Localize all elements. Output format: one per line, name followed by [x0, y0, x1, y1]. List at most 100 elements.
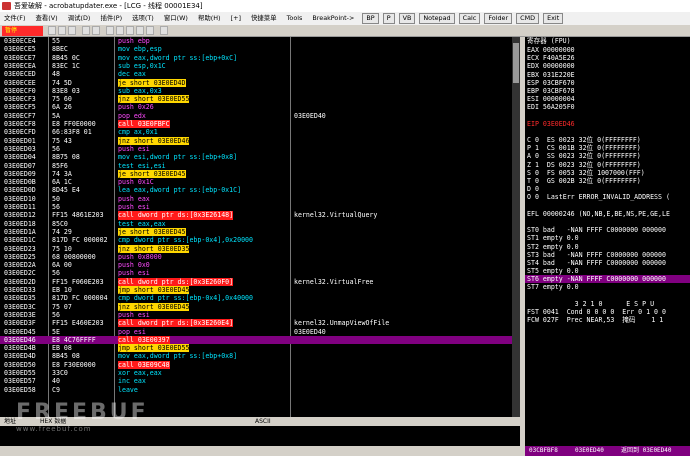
register-line[interactable]: S 0 FS 0053 32位 1007000(FFF) [525, 169, 690, 177]
register-line[interactable]: EIP 03E0ED46 [525, 120, 690, 128]
disasm-row[interactable]: 03E0ED03 56 push esi [0, 145, 520, 153]
register-line[interactable] [525, 112, 690, 120]
register-line[interactable]: ST6 empty -NAN FFFF C0000000 000000 [525, 275, 690, 284]
disasm-row[interactable]: 03E0ED25 68 00800000 push 0x8000 [0, 253, 520, 261]
pause-icon[interactable] [92, 26, 100, 35]
register-line[interactable]: ECX F40A5E26 [525, 54, 690, 62]
step-over-icon[interactable] [116, 26, 124, 35]
register-line[interactable]: EAX 00000000 [525, 46, 690, 54]
disasm-row[interactable]: 03E0ECF8 E8 FF0E0000 call 03E0FBFC [0, 120, 520, 129]
disasm-row[interactable]: 03E0ED46 E8 4C76FFFF call 03E00397 [0, 335, 520, 345]
register-line[interactable] [525, 292, 690, 300]
disasm-row[interactable]: 03E0ECF5 6A 26 push 0x26 [0, 103, 520, 111]
disasm-row[interactable]: 03E0ED50 E8 F30E0000 call 03E09C48 [0, 360, 520, 369]
register-line[interactable]: EDI 56A205F0 [525, 103, 690, 111]
tool-notepad-button[interactable]: Notepad [419, 13, 455, 24]
disasm-row[interactable]: 03E0ED04 8B75 08 mov esi,dword ptr ss:[ebp… [0, 153, 520, 161]
disasm-row[interactable]: 03E0ECEA 83EC 1C sub esp,0x1C [0, 62, 520, 70]
disasm-row[interactable]: 03E0ECED 48 dec eax [0, 70, 520, 78]
register-line[interactable]: ST4 bad -NAN FFFF C0000000 000000 [525, 259, 690, 267]
register-line[interactable] [525, 202, 690, 210]
register-line[interactable]: EFL 00000246 (NO,NB,E,BE,NS,PE,GE,LE [525, 210, 690, 218]
disasm-row[interactable]: 03E0ED0D 8D45 E4 lea eax,dword ptr ss:[ebp… [0, 186, 520, 194]
menu-view[interactable]: 查看(V) [32, 12, 62, 25]
disasm-row[interactable]: 03E0ECEE 74 5D je short 03E0ED4D [0, 78, 520, 87]
menu-debug[interactable]: 调试(D) [64, 12, 95, 25]
execute-till-return-icon[interactable] [146, 26, 154, 35]
tool-folder-button[interactable]: Folder [484, 13, 513, 24]
disasm-row[interactable]: 03E0ED35 817D FC 000004 cmp dword ptr ss:[… [0, 294, 520, 302]
disasm-row[interactable]: 03E0ED2D FF15 F060E203 call dword ptr ds:[… [0, 277, 520, 286]
menu-shortcuts[interactable]: 快捷菜单 [247, 12, 281, 25]
menu-plugins[interactable]: 插件(P) [96, 12, 126, 25]
disasm-row[interactable]: 03E0ED1A 74 29 je short 03E0ED45 [0, 227, 520, 237]
menu-help[interactable]: 帮助(H) [194, 12, 225, 25]
tool-bp-button[interactable]: BP [362, 13, 379, 24]
close-icon[interactable] [68, 26, 76, 35]
disasm-row[interactable]: 03E0ED11 56 push esi [0, 203, 520, 211]
disasm-row[interactable]: 03E0ED33 EB 10 jmp short 03E0ED45 [0, 286, 520, 295]
trace-over-icon[interactable] [136, 26, 144, 35]
disasm-row[interactable]: 03E0ED3C 75 07 jnz short 03E0ED45 [0, 302, 520, 311]
menu-window[interactable]: 窗口(W) [160, 12, 192, 25]
register-line[interactable]: 3 2 1 0 E S P U [525, 300, 690, 308]
disasm-row[interactable]: 03E0ECFD 66:83F8 01 cmp ax,0x1 [0, 128, 520, 136]
disasm-row[interactable]: 03E0ED55 33C0 xor eax,eax [0, 369, 520, 377]
disasm-row[interactable]: 03E0ED4B EB 08 jmp short 03E0ED55 [0, 344, 520, 353]
register-line[interactable]: EDX 00000000 [525, 62, 690, 70]
step-into-icon[interactable] [106, 26, 114, 35]
registers-pane[interactable]: 寄存器 (FPU) EAX 00000000 ECX F40A5E26 EDX 00… [525, 37, 690, 446]
menu-tools[interactable]: Tools [283, 12, 307, 25]
disasm-row[interactable]: 03E0ECE4 55 push ebp [0, 37, 520, 45]
dump-col-address[interactable]: 地址 [4, 417, 16, 426]
tool-calc-button[interactable]: Calc [458, 13, 481, 24]
open-icon[interactable] [48, 26, 56, 35]
restart-icon[interactable] [58, 26, 66, 35]
disasm-row[interactable]: 03E0ED12 FF15 4861E203 call dword ptr ds:[… [0, 211, 520, 220]
register-line[interactable] [525, 218, 690, 226]
disasm-row[interactable]: 03E0ED45 5E pop esi 03E0ED40 [0, 328, 520, 336]
disasm-row[interactable]: 03E0ECE7 8B45 0C mov eax,dword ptr ss:[ebp… [0, 54, 520, 62]
disasm-row[interactable]: 03E0ED1C 817D FC 000002 cmp dword ptr ss:[… [0, 236, 520, 244]
register-line[interactable]: T 0 GS 002B 32位 0(FFFFFFFF) [525, 177, 690, 185]
disasm-row[interactable]: 03E0ED09 74 3A je short 03E0ED45 [0, 169, 520, 179]
disasm-row[interactable]: 03E0ED2C 56 push esi [0, 269, 520, 277]
register-line[interactable]: FST 0041 Cond 0 0 0 0 Err 0 1 0 0 [525, 308, 690, 316]
tool-p-button[interactable]: P [382, 13, 395, 24]
register-line[interactable]: Z 1 DS 0023 32位 0(FFFFFFFF) [525, 161, 690, 169]
disasm-row[interactable]: 03E0ED10 50 push eax [0, 195, 520, 203]
disasm-row[interactable]: 03E0ED01 75 43 jnz short 03E0ED46 [0, 136, 520, 145]
register-line[interactable]: ESI 00000004 [525, 95, 690, 103]
register-line[interactable]: ST3 bad -NAN FFFF C0000000 000000 [525, 251, 690, 259]
register-line[interactable]: ST2 empty 0.0 [525, 243, 690, 251]
dump-col-ascii[interactable]: ASCII [255, 417, 271, 426]
disasm-row[interactable]: 03E0ED57 40 inc eax [0, 377, 520, 385]
register-line[interactable]: O 0 LastErr ERROR_INVALID_ADDRESS ( [525, 193, 690, 201]
disasm-row[interactable]: 03E0ECF0 83E8 03 sub eax,0x3 [0, 87, 520, 95]
tool-vb-button[interactable]: VB [398, 13, 416, 24]
tool-cmd-button[interactable]: CMD [516, 13, 540, 24]
disasm-row[interactable]: 03E0ECF7 5A pop edx 03E0ED40 [0, 112, 520, 120]
menu-breakpoint[interactable]: BreakPoint-> [308, 12, 358, 25]
disasm-row[interactable]: 03E0ED23 75 10 jnz short 03E0ED35 [0, 244, 520, 253]
disassembly-pane[interactable]: 03E0ECE4 55 push ebp 03E0ECE5 8BEC mov ebp,es… [0, 37, 520, 417]
disasm-row[interactable]: 03E0ED18 85C0 test eax,eax [0, 220, 520, 228]
run-icon[interactable] [82, 26, 90, 35]
register-line[interactable]: A 0 SS 0023 32位 0(FFFFFFFF) [525, 152, 690, 160]
register-line[interactable]: ST1 empty 0.0 [525, 234, 690, 242]
menu-file[interactable]: 文件(F) [0, 12, 29, 25]
disasm-row[interactable]: 03E0ED58 C9 leave [0, 386, 520, 394]
menu-plus[interactable]: [+] [227, 12, 245, 25]
register-line[interactable]: ST5 empty 0.0 [525, 267, 690, 275]
register-line[interactable] [525, 128, 690, 136]
scrollbar-thumb[interactable] [513, 43, 519, 83]
register-line[interactable]: EBX 031E220E [525, 71, 690, 79]
register-line[interactable]: ST0 bad -NAN FFFF C0000000 000000 [525, 226, 690, 234]
disasm-row[interactable]: 03E0ECF3 75 60 jnz short 03E0ED55 [0, 95, 520, 104]
register-line[interactable]: ST7 empty 0.0 [525, 283, 690, 291]
register-line[interactable]: FCW 027F Prec NEAR,53 掩码 1 1 [525, 316, 690, 324]
goto-icon[interactable] [160, 26, 168, 35]
register-line[interactable]: EBP 03CBF678 [525, 87, 690, 95]
register-line[interactable]: ESP 03CBF670 [525, 79, 690, 87]
disasm-row[interactable]: 03E0ED3F FF15 E460E203 call dword ptr ds:[… [0, 319, 520, 328]
